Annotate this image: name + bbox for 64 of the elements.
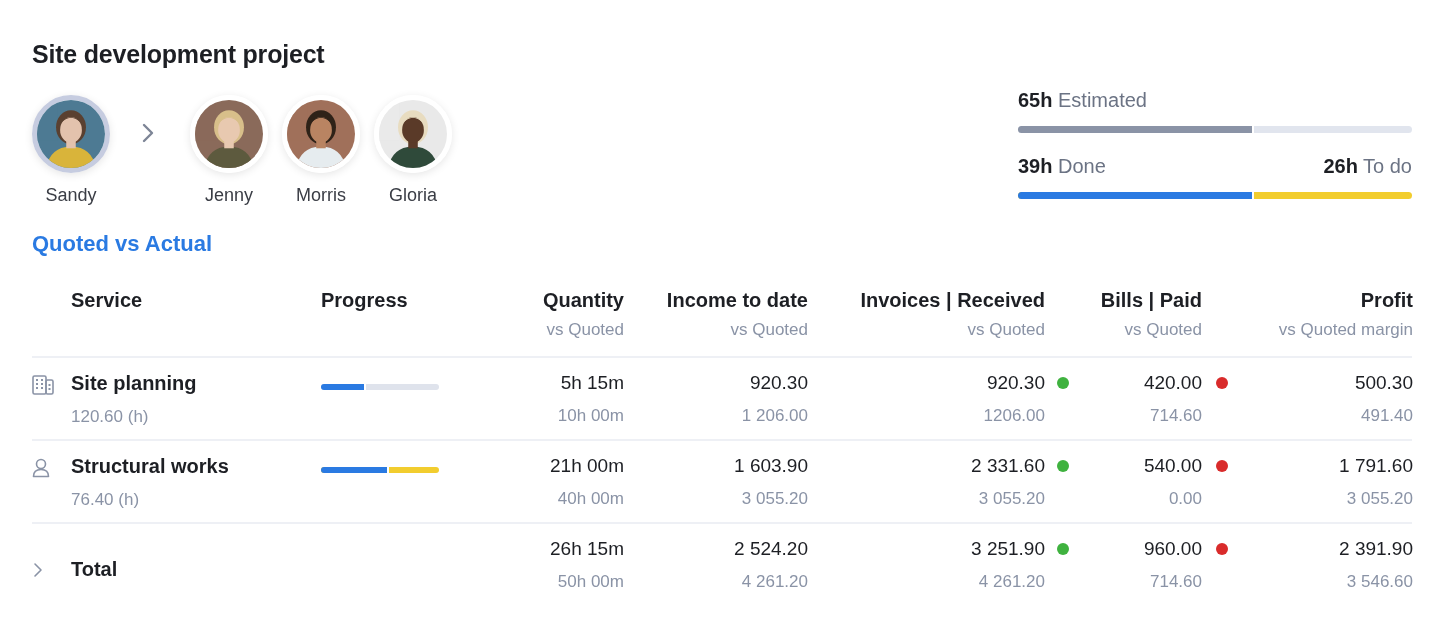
building-icon [32, 375, 54, 395]
quantity-value: 5h 15m [560, 372, 624, 394]
chevron-icon [142, 123, 154, 143]
estimated-value: 65h [1018, 89, 1053, 111]
invoices-value: 920.30 [986, 372, 1045, 394]
column-header: Quantity [542, 289, 624, 312]
profit-value: 500.30 [1354, 372, 1413, 394]
estimated-label: Estimated [1058, 89, 1147, 111]
profit-value: 1 791.60 [1339, 455, 1413, 477]
service-name: Total [71, 558, 118, 581]
bills-value: 960.00 [1143, 538, 1202, 560]
profit-quoted: 3 546.60 [1346, 572, 1413, 592]
column-subheader: vs Quoted [730, 320, 808, 340]
column-header: Bills | Paid [1100, 289, 1202, 312]
chevron-icon[interactable] [32, 562, 44, 578]
column-subheader: vs Quoted margin [1278, 320, 1413, 340]
column-header: Service [71, 289, 143, 312]
invoices-quoted: 1206.00 [983, 406, 1045, 426]
column-header: Progress [321, 289, 408, 312]
quantity-quoted: 40h 00m [557, 489, 624, 509]
project-title: Site development project [32, 40, 326, 69]
owner-name: Sandy [45, 185, 97, 206]
person-icon [32, 458, 50, 478]
quantity-quoted: 10h 00m [557, 406, 624, 426]
income-value: 920.30 [749, 372, 808, 394]
done-label: Done [1058, 155, 1106, 177]
bills-quoted: 0.00 [1168, 489, 1202, 509]
quoted-vs-actual-link[interactable]: Quoted vs Actual [32, 231, 213, 257]
profit-quoted: 3 055.20 [1346, 489, 1413, 509]
income-quoted: 4 261.20 [741, 572, 808, 592]
todo-value: 26h [1323, 155, 1358, 177]
column-header: Profit [1360, 289, 1413, 312]
income-quoted: 1 206.00 [741, 406, 808, 426]
team-member-name: Jenny [204, 185, 253, 206]
invoices-quoted: 4 261.20 [978, 572, 1045, 592]
owner-avatar[interactable] [32, 95, 110, 173]
invoices-value: 3 251.90 [971, 538, 1045, 560]
bills-quoted: 714.60 [1150, 406, 1202, 426]
done-value: 39h [1018, 155, 1053, 177]
profit-quoted: 491.40 [1361, 406, 1413, 426]
invoices-quoted: 3 055.20 [978, 489, 1045, 509]
profit-value: 2 391.90 [1339, 538, 1413, 560]
column-subheader: vs Quoted [1124, 320, 1202, 340]
team-member-name: Gloria [389, 185, 437, 206]
bills-value: 420.00 [1143, 372, 1202, 394]
quantity-value: 26h 15m [550, 538, 624, 560]
column-subheader: vs Quoted [546, 320, 624, 340]
service-name: Site planning [71, 372, 197, 395]
income-value: 2 524.20 [734, 538, 808, 560]
income-value: 1 603.90 [734, 455, 808, 477]
income-quoted: 3 055.20 [741, 489, 808, 509]
todo-label: To do [1363, 155, 1412, 177]
column-header: Invoices | Received [860, 289, 1045, 312]
bills-quoted: 714.60 [1150, 572, 1202, 592]
column-header: Income to date [666, 289, 808, 312]
team-member-name: Morris [296, 185, 346, 206]
service-rate: 120.60 (h) [71, 407, 149, 427]
invoices-value: 2 331.60 [971, 455, 1045, 477]
quantity-value: 21h 00m [550, 455, 624, 477]
service-name: Structural works [71, 455, 229, 478]
column-subheader: vs Quoted [967, 320, 1045, 340]
quantity-quoted: 50h 00m [557, 572, 624, 592]
bills-value: 540.00 [1143, 455, 1202, 477]
service-rate: 76.40 (h) [71, 490, 140, 510]
